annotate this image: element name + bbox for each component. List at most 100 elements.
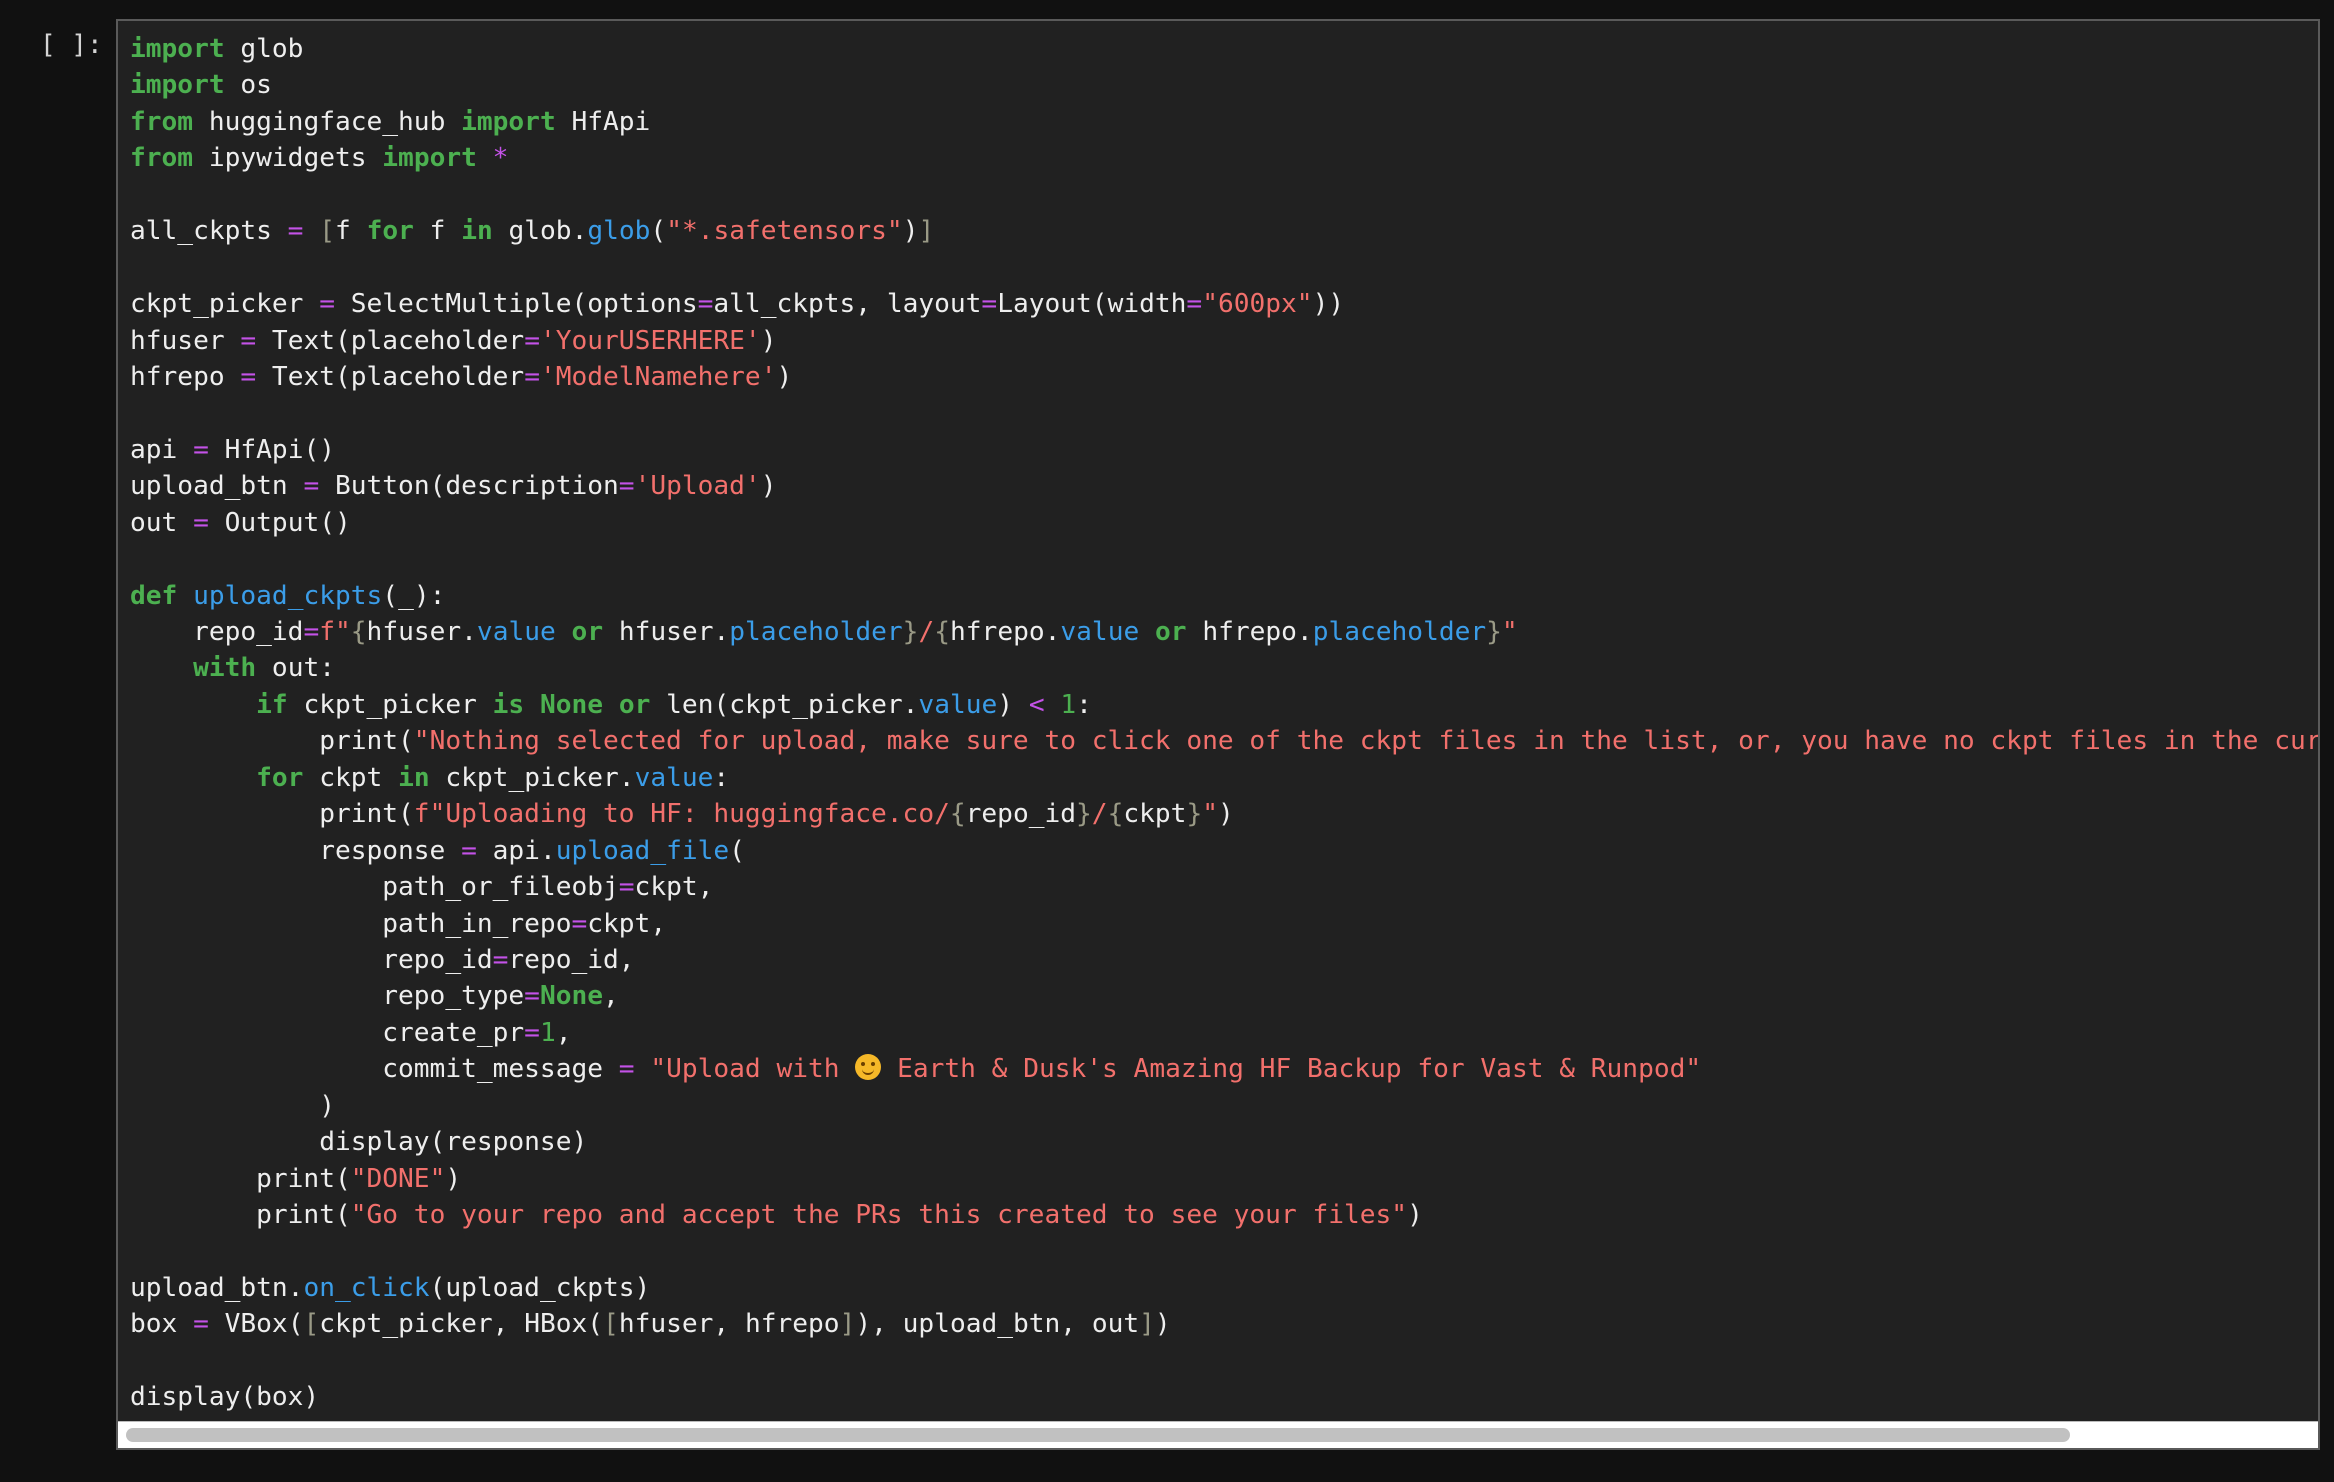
code-token: = [193,507,209,538]
cell-execution-prompt: [ ]: [40,30,103,60]
code-token: = [618,1054,635,1085]
code-line: hfrepo = Text(placeholder='ModelNamehere… [130,359,2318,395]
code-token: from [130,106,194,137]
code-token: = [981,289,998,320]
code-content[interactable]: import glob import os from huggingface_hub… [130,31,2318,1416]
code-token: hfuser [130,325,241,356]
code-token: hfuser. [366,617,477,647]
code-token: None [539,689,604,720]
code-token: = [492,944,509,975]
code-token: for [256,762,304,793]
code-token: Layout(width [997,289,1187,320]
code-line: with out: [130,650,2318,686]
code-line: repo_type=None, [130,978,2318,1014]
code-token: HfApi [555,106,651,137]
code-token: def [130,580,178,611]
code-token: upload_btn [130,471,304,502]
code-line: ​ [130,250,2318,286]
code-token: "DONE" [350,1163,446,1194]
code-token: import [461,106,556,137]
code-line: ​ [130,1233,2318,1269]
code-token: placeholder [1312,617,1487,647]
horizontal-scrollbar[interactable] [118,1421,2318,1448]
code-line: display(response) [130,1124,2318,1160]
code-token: ] [839,1309,856,1340]
code-token: / [918,617,935,647]
code-token: in [398,762,430,793]
code-token: Text(placeholder [256,361,525,392]
code-token: for [366,216,414,247]
code-token: Output() [208,507,351,538]
code-token: HfApi() [208,434,335,465]
notebook-code-cell: [ ]: import glob import os from huggingfac… [0,0,2334,1482]
code-line: if ckpt_picker is None or len(ckpt_picke… [130,687,2318,723]
code-token: path_in_repo [130,908,572,939]
code-token: is [492,689,525,720]
code-token: ckpt_picker [130,289,320,320]
code-line: api = HfApi() [130,432,2318,468]
code-token: [ [319,216,336,247]
code-token: print( [130,1163,351,1194]
code-token: } [902,617,919,647]
code-token: = [524,981,540,1012]
code-token: repo_id [965,799,1077,830]
code-token: = [697,289,714,320]
code-token: os [224,70,272,101]
code-token: glob [224,34,304,64]
code-token: f" [319,617,351,647]
code-token: from [130,143,194,174]
code-line: print("Nothing selected for upload, make… [130,723,2318,759]
code-token: = [240,361,257,392]
code-token: { [934,617,951,647]
code-token: ckpt_picker [287,689,493,720]
code-token: " [1202,799,1218,830]
code-token: ckpt [303,762,399,793]
code-token: all_ckpts, layout [713,289,982,320]
code-line: commit_message = "Upload with Earth & Du… [130,1051,2318,1087]
code-token: import [130,70,225,101]
code-line: import os [130,67,2318,103]
code-token: = [287,216,304,247]
code-token: f [335,216,367,247]
code-token: 'YourUSERHERE' [539,325,761,356]
code-token: 1 [539,1017,556,1048]
code-line: print("Go to your repo and accept the PR… [130,1197,2318,1233]
code-token: (upload_ckpts) [429,1272,651,1303]
code-token: Text(placeholder [256,325,525,356]
code-token: < [1028,689,1045,720]
code-token: placeholder [729,617,903,647]
code-token: value [1060,617,1140,647]
code-token: repo_type [130,981,525,1012]
code-token: display(box) [130,1382,320,1413]
code-token: = [461,835,477,866]
code-token: f [413,216,462,247]
code-token: import [382,143,477,174]
horizontal-scrollbar-thumb[interactable] [126,1428,2070,1442]
code-token: if [256,689,288,720]
code-token: repo_id, [508,944,635,975]
code-token: ) [1218,799,1234,830]
code-token: response [130,835,462,866]
code-token: len(ckpt_picker. [650,689,919,720]
code-token: ckpt_picker, HBox( [319,1309,604,1340]
code-token: (_): [382,580,446,611]
code-editor[interactable]: import glob import os from huggingface_hub… [116,19,2320,1450]
code-token: } [1486,617,1502,647]
code-token: = [193,434,209,465]
code-line: hfuser = Text(placeholder='YourUSERHERE'… [130,323,2318,359]
code-line: display(box) [130,1379,2318,1415]
code-token: )) [1312,289,1345,320]
code-token: hfrepo. [1186,617,1313,647]
code-token: ) [445,1163,462,1194]
code-token: ) [760,325,777,356]
code-token: ckpt, [587,908,667,939]
code-line: path_or_fileobj=ckpt, [130,869,2318,905]
code-token: repo_id [130,944,493,975]
